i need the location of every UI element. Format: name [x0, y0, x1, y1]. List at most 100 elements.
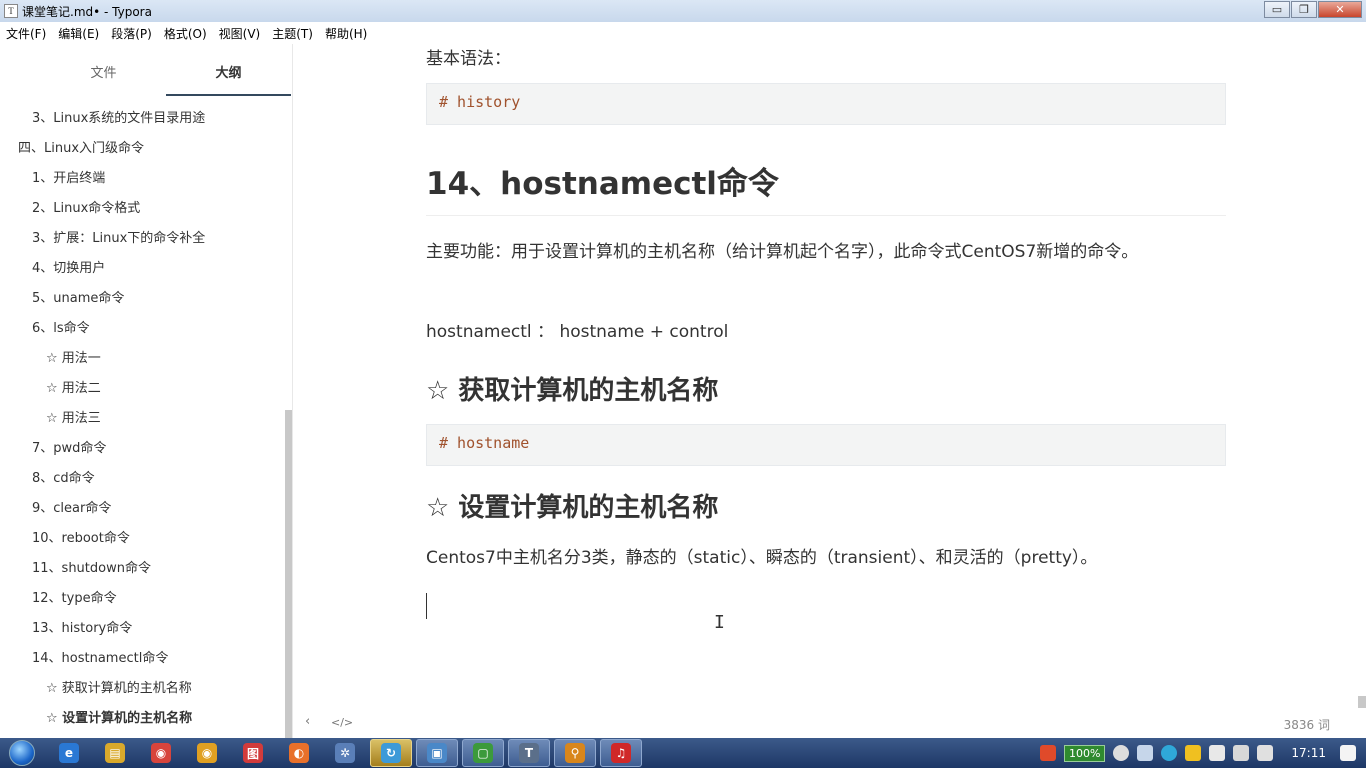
tab-files[interactable]: 文件 — [41, 44, 166, 96]
outline-item[interactable]: 3、Linux系统的文件目录用途 — [0, 104, 285, 134]
show-hidden-icons[interactable] — [1137, 745, 1154, 761]
tray-percent[interactable]: 100% — [1063, 744, 1106, 762]
outline-item[interactable]: ☆ 设置计算机的主机名称 — [0, 704, 285, 734]
source-code-toggle-icon[interactable]: </> — [331, 716, 353, 729]
outline-item[interactable]: 2、Linux命令格式 — [0, 194, 285, 224]
outline-item[interactable]: 8、cd命令 — [0, 464, 285, 494]
taskbar-app-button[interactable]: ▢ — [462, 739, 504, 767]
heading-hostnamectl[interactable]: 14、hostnamectl命令 — [426, 158, 1226, 216]
text-cursor — [426, 593, 427, 619]
outline-item[interactable]: 7、pwd命令 — [0, 434, 285, 464]
minimize-button[interactable]: ▭ — [1264, 1, 1290, 18]
typora-icon: T — [519, 743, 539, 763]
music-icon: ♫ — [611, 743, 631, 763]
network-icon[interactable] — [1233, 745, 1250, 761]
tray-network-app-icon[interactable] — [1161, 745, 1178, 761]
ie-icon: e — [59, 743, 79, 763]
outline-item[interactable]: 3、扩展：Linux下的命令补全 — [0, 224, 285, 254]
notification-icon[interactable] — [1340, 745, 1356, 761]
taskbar-app-button[interactable]: ◐ — [278, 739, 320, 767]
volume-icon[interactable] — [1257, 745, 1274, 761]
app-tool-icon: ✲ — [335, 743, 355, 763]
outline-item[interactable]: 四、Linux入门级命令 — [0, 134, 285, 164]
app-red-icon: 图 — [243, 743, 263, 763]
title-bar: T 课堂笔记.md• - Typora ▭ ❐ ✕ — [0, 0, 1366, 22]
ibeam-cursor-icon: I — [714, 612, 725, 633]
outline-item[interactable]: ☆ 用法三 — [0, 404, 285, 434]
outline-item[interactable]: ☆ 获取计算机的主机名称 — [0, 674, 285, 704]
menu-view[interactable]: 视图(V) — [219, 25, 261, 42]
sidebar-scrollbar[interactable] — [285, 410, 292, 740]
tab-outline[interactable]: 大纲 — [166, 44, 291, 96]
taskbar-apps: e ▤ ◉ ◉ 图 ◐ ✲ ↻ ▣ ▢ T ⚲ ♫ — [44, 739, 642, 767]
tray-app-icon[interactable] — [1185, 745, 1202, 761]
outline-item[interactable]: 1、开启终端 — [0, 164, 285, 194]
taskbar-app-button[interactable]: ♫ — [600, 739, 642, 767]
hostnamectl-explanation[interactable]: hostnamectl ： hostname + control — [426, 317, 728, 347]
taskbar-app-button[interactable]: ▤ — [94, 739, 136, 767]
firefox-icon: ◐ — [289, 743, 309, 763]
system-tray: 100% 17:11 — [1039, 738, 1366, 768]
remote-icon: ▣ — [427, 743, 447, 763]
taskbar-app-button[interactable]: ◉ — [140, 739, 182, 767]
app-active-icon: ↻ — [381, 743, 401, 763]
typora-app-icon: T — [4, 4, 18, 18]
taskbar-app-button[interactable]: e — [48, 739, 90, 767]
start-button[interactable] — [0, 738, 44, 768]
vm-icon: ▢ — [473, 743, 493, 763]
code-block-hostname[interactable]: # hostname — [426, 424, 1226, 466]
window-title: 课堂笔记.md• - Typora — [22, 4, 152, 19]
outline-item[interactable]: ☆ 用法二 — [0, 374, 285, 404]
editor-area[interactable]: 基本语法： # history 14、hostnamectl命令 主要功能：用于… — [293, 44, 1366, 738]
back-arrow-icon[interactable]: ‹ — [305, 714, 310, 729]
outline-list: 3、Linux系统的文件目录用途 四、Linux入门级命令 1、开启终端 2、Linu… — [0, 104, 285, 738]
tray-settings-icon[interactable] — [1113, 745, 1130, 761]
menu-theme[interactable]: 主题(T) — [272, 25, 313, 42]
code-block-history[interactable]: # history — [426, 83, 1226, 125]
taskbar-app-button[interactable]: ↻ — [370, 739, 412, 767]
clock[interactable]: 17:11 — [1291, 746, 1326, 760]
word-count[interactable]: 3836 词 — [1284, 716, 1330, 733]
function-description[interactable]: 主要功能：用于设置计算机的主机名称（给计算机起个名字），此命令式CentOS7新… — [426, 237, 1226, 267]
close-button[interactable]: ✕ — [1318, 1, 1362, 18]
explorer-icon: ▤ — [105, 743, 125, 763]
power-icon[interactable] — [1209, 745, 1226, 761]
sidebar-tabs: 文件 大纲 — [0, 44, 292, 96]
heading-set-hostname[interactable]: ☆ 设置计算机的主机名称 — [426, 487, 718, 524]
centos-hostname-types[interactable]: Centos7中主机名分3类，静态的（static）、瞬态的（transient… — [426, 543, 1226, 573]
menu-format[interactable]: 格式(O) — [164, 25, 207, 42]
outline-item[interactable]: 5、uname命令 — [0, 284, 285, 314]
outline-item[interactable]: ☆ 用法一 — [0, 344, 285, 374]
outline-item[interactable]: 14、hostnamectl命令 — [0, 644, 285, 674]
taskbar-app-button[interactable]: ▣ — [416, 739, 458, 767]
chrome-icon: ◉ — [151, 743, 171, 763]
windows-logo-icon — [9, 740, 35, 766]
menu-paragraph[interactable]: 段落(P) — [111, 25, 152, 42]
menu-edit[interactable]: 编辑(E) — [58, 25, 99, 42]
sogou-input-icon[interactable] — [1039, 745, 1056, 761]
maximize-button[interactable]: ❐ — [1291, 1, 1317, 18]
taskbar-app-button[interactable]: T — [508, 739, 550, 767]
outline-item[interactable]: 6、ls命令 — [0, 314, 285, 344]
taskbar-app-button[interactable]: ◉ — [186, 739, 228, 767]
taskbar-app-button[interactable]: ✲ — [324, 739, 366, 767]
outline-item[interactable]: 11、shutdown命令 — [0, 554, 285, 584]
taskbar-app-button[interactable]: ⚲ — [554, 739, 596, 767]
search-icon: ⚲ — [565, 743, 585, 763]
outline-item[interactable]: 4、切换用户 — [0, 254, 285, 284]
sidebar: 文件 大纲 3、Linux系统的文件目录用途 四、Linux入门级命令 1、开启终端… — [0, 44, 293, 740]
chrome-icon-2: ◉ — [197, 743, 217, 763]
outline-item[interactable]: 12、type命令 — [0, 584, 285, 614]
outline-item[interactable]: 10、reboot命令 — [0, 524, 285, 554]
menu-help[interactable]: 帮助(H) — [325, 25, 367, 42]
status-footer: ‹ </> 3836 词 — [293, 708, 1366, 738]
taskbar: e ▤ ◉ ◉ 图 ◐ ✲ ↻ ▣ ▢ T ⚲ ♫ 100% 17:11 — [0, 738, 1366, 768]
window-controls: ▭ ❐ ✕ — [1263, 1, 1362, 18]
heading-get-hostname[interactable]: ☆ 获取计算机的主机名称 — [426, 370, 718, 407]
menu-bar: 文件(F) 编辑(E) 段落(P) 格式(O) 视图(V) 主题(T) 帮助(H… — [0, 22, 1366, 44]
taskbar-app-button[interactable]: 图 — [232, 739, 274, 767]
basic-syntax-text[interactable]: 基本语法： — [426, 44, 511, 74]
outline-item[interactable]: 9、clear命令 — [0, 494, 285, 524]
outline-item[interactable]: 13、history命令 — [0, 614, 285, 644]
menu-file[interactable]: 文件(F) — [6, 25, 46, 42]
